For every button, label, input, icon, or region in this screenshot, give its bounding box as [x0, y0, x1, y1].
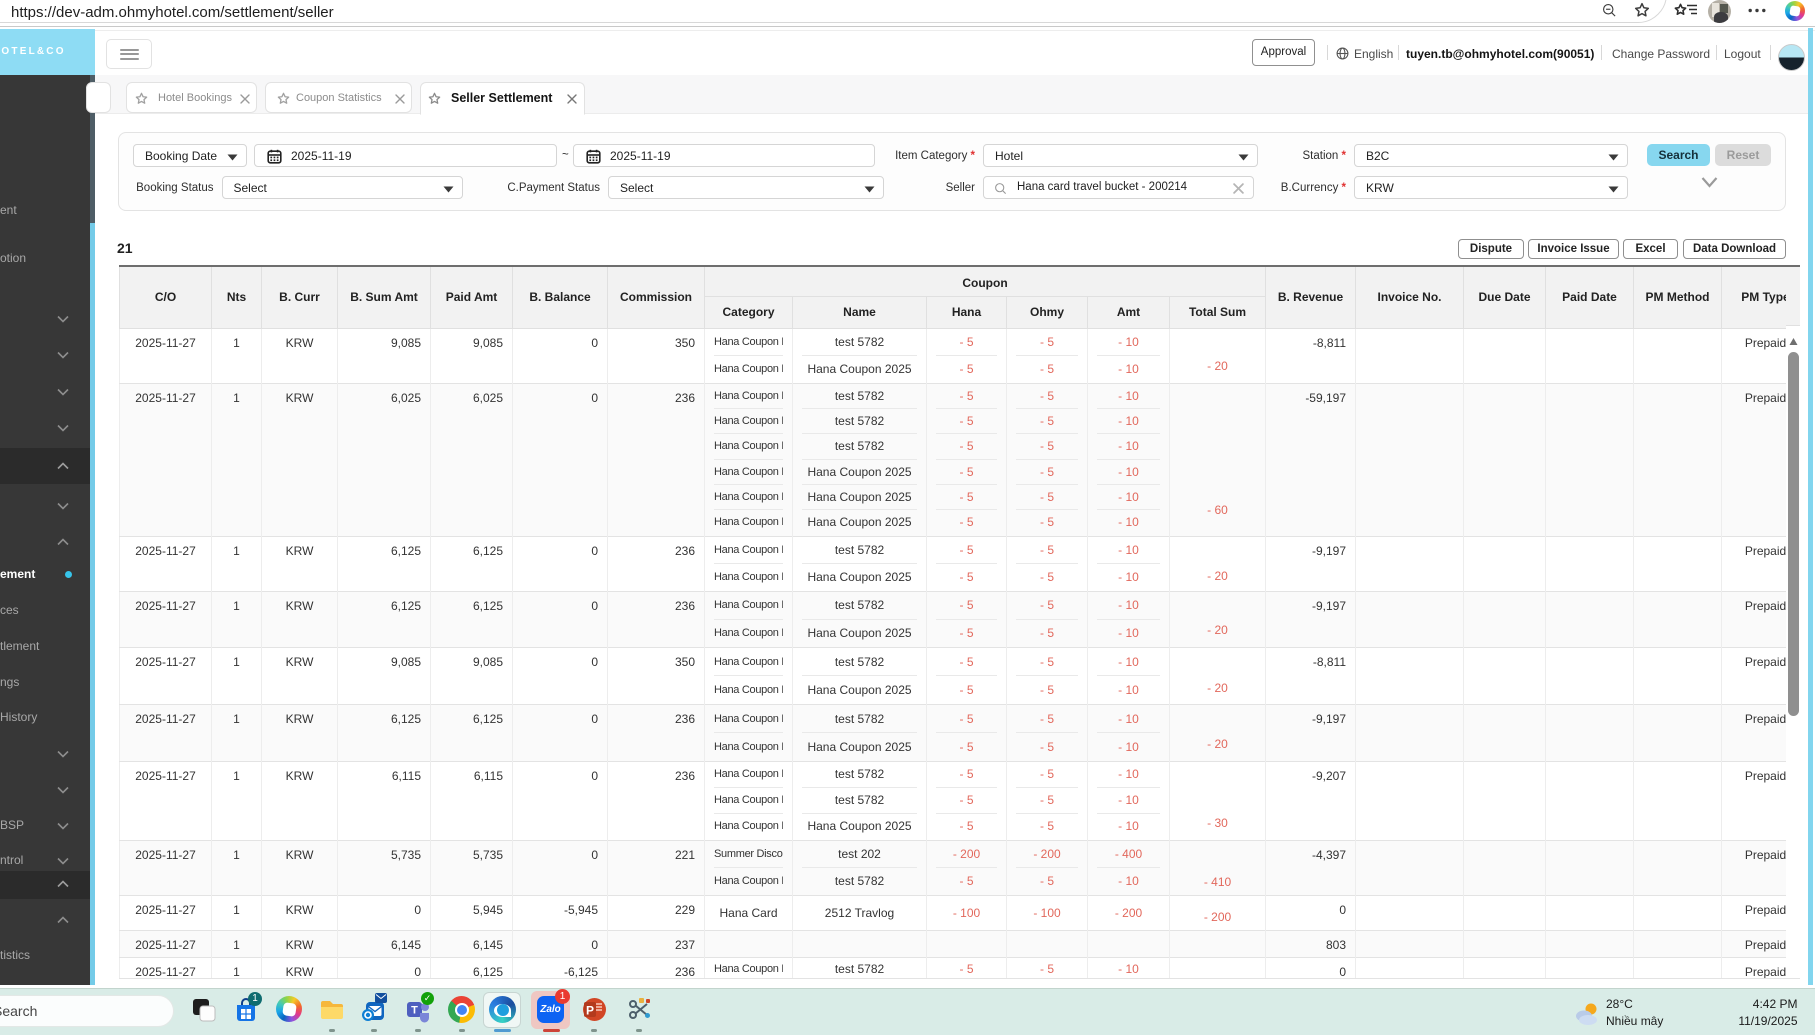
svg-text:P: P	[586, 1004, 594, 1018]
svg-text:T: T	[411, 1005, 418, 1017]
